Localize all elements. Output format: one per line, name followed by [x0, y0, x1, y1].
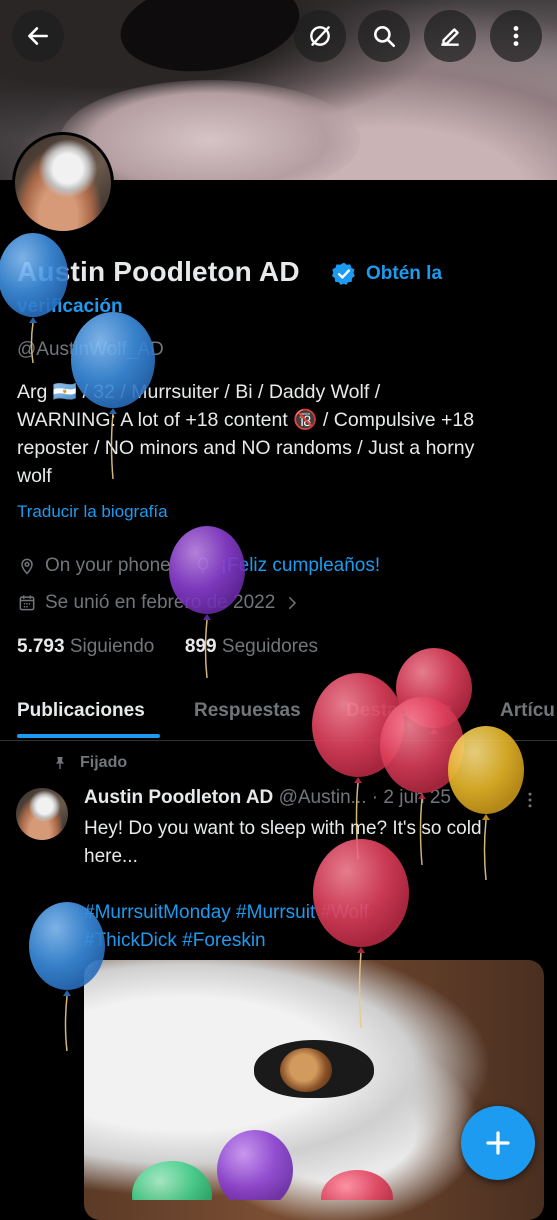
search-icon: [374, 26, 396, 48]
compose-button[interactable]: [461, 1106, 535, 1180]
media-iris-shape: [280, 1048, 332, 1092]
post-date[interactable]: · 2 jun 25: [372, 787, 451, 808]
post-text-line: Hey! Do you want to sleep with me? It's …: [84, 818, 482, 839]
bio-line: wolf: [17, 465, 52, 487]
follow-counts: 5.793 Siguiendo 899 Seguidores: [17, 636, 318, 658]
tab-articles[interactable]: Artícu: [500, 700, 555, 722]
get-verified-link[interactable]: Obtén la: [366, 263, 442, 285]
get-verified-link-line2[interactable]: verificación: [17, 296, 123, 318]
translate-bio-link[interactable]: Traducir la biografía: [17, 502, 168, 522]
profile-tabs: Publicaciones Respuestas Destacados Artí…: [0, 690, 557, 738]
active-tab-indicator: [17, 734, 160, 738]
grok-button[interactable]: [294, 10, 346, 62]
location-icon: [21, 558, 33, 575]
back-icon: [28, 27, 48, 45]
hashtag-line[interactable]: #ThickDick #Foreskin: [84, 927, 544, 955]
post-more-icon[interactable]: [520, 790, 540, 810]
more-icon: [513, 26, 519, 46]
bio-line: reposter / NO minors and NO randoms / Ju…: [17, 437, 475, 459]
post-media-image[interactable]: [84, 960, 544, 1220]
plus-icon: [486, 1131, 510, 1155]
followers-label: Seguidores: [221, 636, 319, 657]
tab-replies[interactable]: Respuestas: [194, 700, 301, 722]
birthday-text[interactable]: ¡Feliz cumpleaños!: [221, 555, 380, 577]
verified-badge-icon: [331, 262, 355, 286]
location-text: On your phone: [45, 555, 171, 576]
profile-meta-row: On your phone ¡Feliz cumpleaños!: [17, 555, 380, 577]
following-link[interactable]: 5.793 Siguiendo: [17, 636, 154, 657]
joined-row[interactable]: Se unió en febrero de 2022: [17, 592, 301, 614]
tab-highlights[interactable]: Destacados: [346, 700, 453, 722]
profile-bio: Arg 🇦🇷 / 32 / Murrsuiter / Bi / Daddy Wo…: [17, 378, 542, 490]
post-author-avatar[interactable]: [16, 788, 68, 840]
hashtag-line[interactable]: #MurrsuitMonday #Murrsuit #Wolf: [84, 899, 544, 927]
tabs-divider: [0, 740, 557, 741]
joined-text: Se unió en febrero de 2022: [45, 592, 276, 613]
followers-link[interactable]: 899 Seguidores: [185, 636, 318, 657]
banner-dark-shape: [114, 0, 306, 83]
bio-line: Arg 🇦🇷 / 32 / Murrsuiter / Bi / Daddy Wo…: [17, 381, 381, 403]
post-author-name[interactable]: Austin Poodleton AD: [84, 787, 273, 808]
post-author-handle[interactable]: @Austin...: [279, 787, 367, 808]
bio-line: WARNING: A lot of +18 content 🔞 / Compul…: [17, 409, 475, 431]
edit-profile-button[interactable]: [424, 10, 476, 62]
pin-icon: [56, 757, 64, 769]
post-text-line: here...: [84, 846, 138, 867]
grok-icon: [310, 26, 330, 46]
profile-avatar[interactable]: [12, 132, 114, 234]
pinned-indicator: Fijado: [52, 754, 127, 772]
pinned-label: Fijado: [80, 754, 128, 771]
balloon-icon: [197, 557, 209, 574]
tab-posts[interactable]: Publicaciones: [17, 700, 145, 722]
back-button[interactable]: [12, 10, 64, 62]
following-label: Siguiendo: [69, 636, 155, 657]
post-hashtags[interactable]: #MurrsuitMonday #Murrsuit #Wolf #ThickDi…: [84, 899, 544, 955]
more-options-button[interactable]: [490, 10, 542, 62]
search-button[interactable]: [358, 10, 410, 62]
followers-count: 899: [184, 636, 217, 657]
post-text: Hey! Do you want to sleep with me? It's …: [84, 815, 544, 871]
profile-handle: @AustinWolf_AD: [17, 339, 164, 360]
post-header: Austin Poodleton AD @Austin... · 2 jun 2…: [84, 787, 451, 809]
avatar-image: [15, 135, 111, 231]
calendar-icon: [19, 595, 35, 611]
profile-name: Austin Poodleton AD: [17, 256, 300, 287]
edit-icon: [441, 28, 459, 46]
following-count: 5.793: [17, 636, 65, 657]
chevron-right-icon: [289, 597, 297, 609]
